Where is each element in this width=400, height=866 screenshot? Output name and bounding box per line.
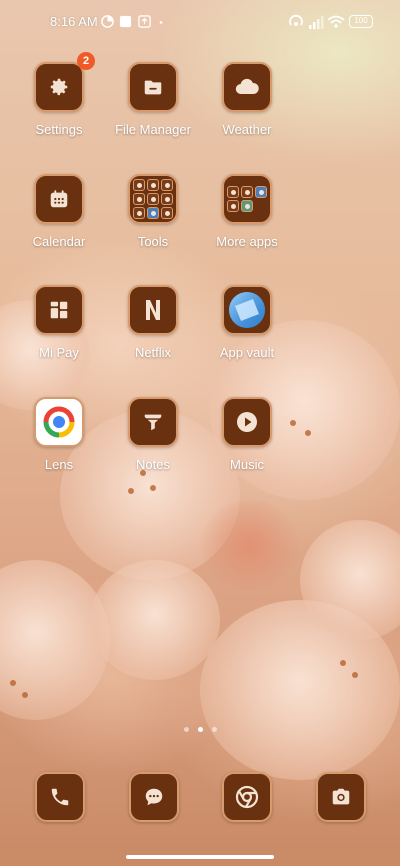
calendar-tile[interactable] <box>34 174 84 224</box>
tools-folder-tile[interactable] <box>128 174 178 224</box>
data-saver-icon <box>101 15 114 28</box>
dock-messages[interactable] <box>129 772 179 822</box>
app-vault-icon <box>229 292 265 328</box>
app-mi-pay[interactable]: Mi Pay <box>9 285 109 375</box>
folder-more-apps[interactable]: More apps <box>197 174 297 264</box>
phone-tile[interactable] <box>35 772 85 822</box>
app-netflix[interactable]: Netflix <box>103 285 203 375</box>
folder-grid-icon <box>133 179 173 219</box>
dock-camera[interactable] <box>316 772 366 822</box>
weather-tile[interactable] <box>222 62 272 112</box>
battery-indicator: 100 <box>349 15 373 28</box>
battery-level: 100 <box>354 16 368 25</box>
more-notifications-dot-icon <box>159 21 163 24</box>
folder-label: More apps <box>216 234 278 249</box>
page-dot <box>211 727 217 732</box>
notes-tile[interactable] <box>128 397 178 447</box>
gear-icon <box>50 78 68 96</box>
play-icon <box>237 412 257 432</box>
more-apps-folder-tile[interactable] <box>222 174 272 224</box>
chrome-icon <box>235 785 259 809</box>
app-weather[interactable]: Weather <box>197 62 297 152</box>
home-gesture-bar[interactable] <box>126 855 274 859</box>
page-dot-active <box>197 727 203 732</box>
status-time: 8:16 AM <box>50 14 98 29</box>
folder-grid-icon <box>227 186 267 212</box>
phone-icon <box>51 788 69 806</box>
app-label: Music <box>230 457 264 472</box>
settings-tile[interactable] <box>34 62 84 112</box>
wifi-icon <box>327 15 345 28</box>
page-indicator <box>0 727 400 735</box>
notification-square-icon <box>119 15 132 28</box>
app-notes[interactable]: Notes <box>103 397 203 487</box>
netflix-tile[interactable] <box>128 285 178 335</box>
app-label: App vault <box>219 345 275 360</box>
app-settings[interactable]: 2 Settings <box>9 52 109 152</box>
app-label: Weather <box>222 122 272 137</box>
music-tile[interactable] <box>222 397 272 447</box>
mi-pay-icon <box>50 301 68 319</box>
mi-pay-tile[interactable] <box>34 285 84 335</box>
page-dot <box>183 727 189 732</box>
camera-icon <box>332 788 350 805</box>
messages-tile[interactable] <box>129 772 179 822</box>
app-calendar[interactable]: Calendar <box>9 174 109 264</box>
cloud-icon <box>235 78 259 95</box>
chat-icon <box>145 788 163 806</box>
folder-icon <box>144 80 162 95</box>
hotspot-icon <box>289 14 303 26</box>
signal-icon <box>309 16 324 29</box>
notification-badge: 2 <box>77 52 95 70</box>
app-lens[interactable]: Lens <box>9 397 109 487</box>
calendar-icon <box>50 190 68 208</box>
funnel-icon <box>144 414 162 431</box>
folder-tools[interactable]: Tools <box>103 174 203 264</box>
netflix-icon <box>146 300 160 320</box>
browser-tile[interactable] <box>222 772 272 822</box>
app-vault-tile[interactable] <box>222 285 272 335</box>
file-manager-tile[interactable] <box>128 62 178 112</box>
lens-icon <box>43 406 75 438</box>
app-music[interactable]: Music <box>197 397 297 487</box>
dock-phone[interactable] <box>35 772 85 822</box>
camera-tile[interactable] <box>316 772 366 822</box>
app-app-vault[interactable]: App vault <box>197 285 297 375</box>
app-file-manager[interactable]: File Manager <box>103 62 203 152</box>
dock-browser[interactable] <box>222 772 272 822</box>
status-bar: 8:16 AM 100 <box>0 0 400 44</box>
lens-tile[interactable] <box>34 397 84 447</box>
upload-icon <box>138 15 151 28</box>
